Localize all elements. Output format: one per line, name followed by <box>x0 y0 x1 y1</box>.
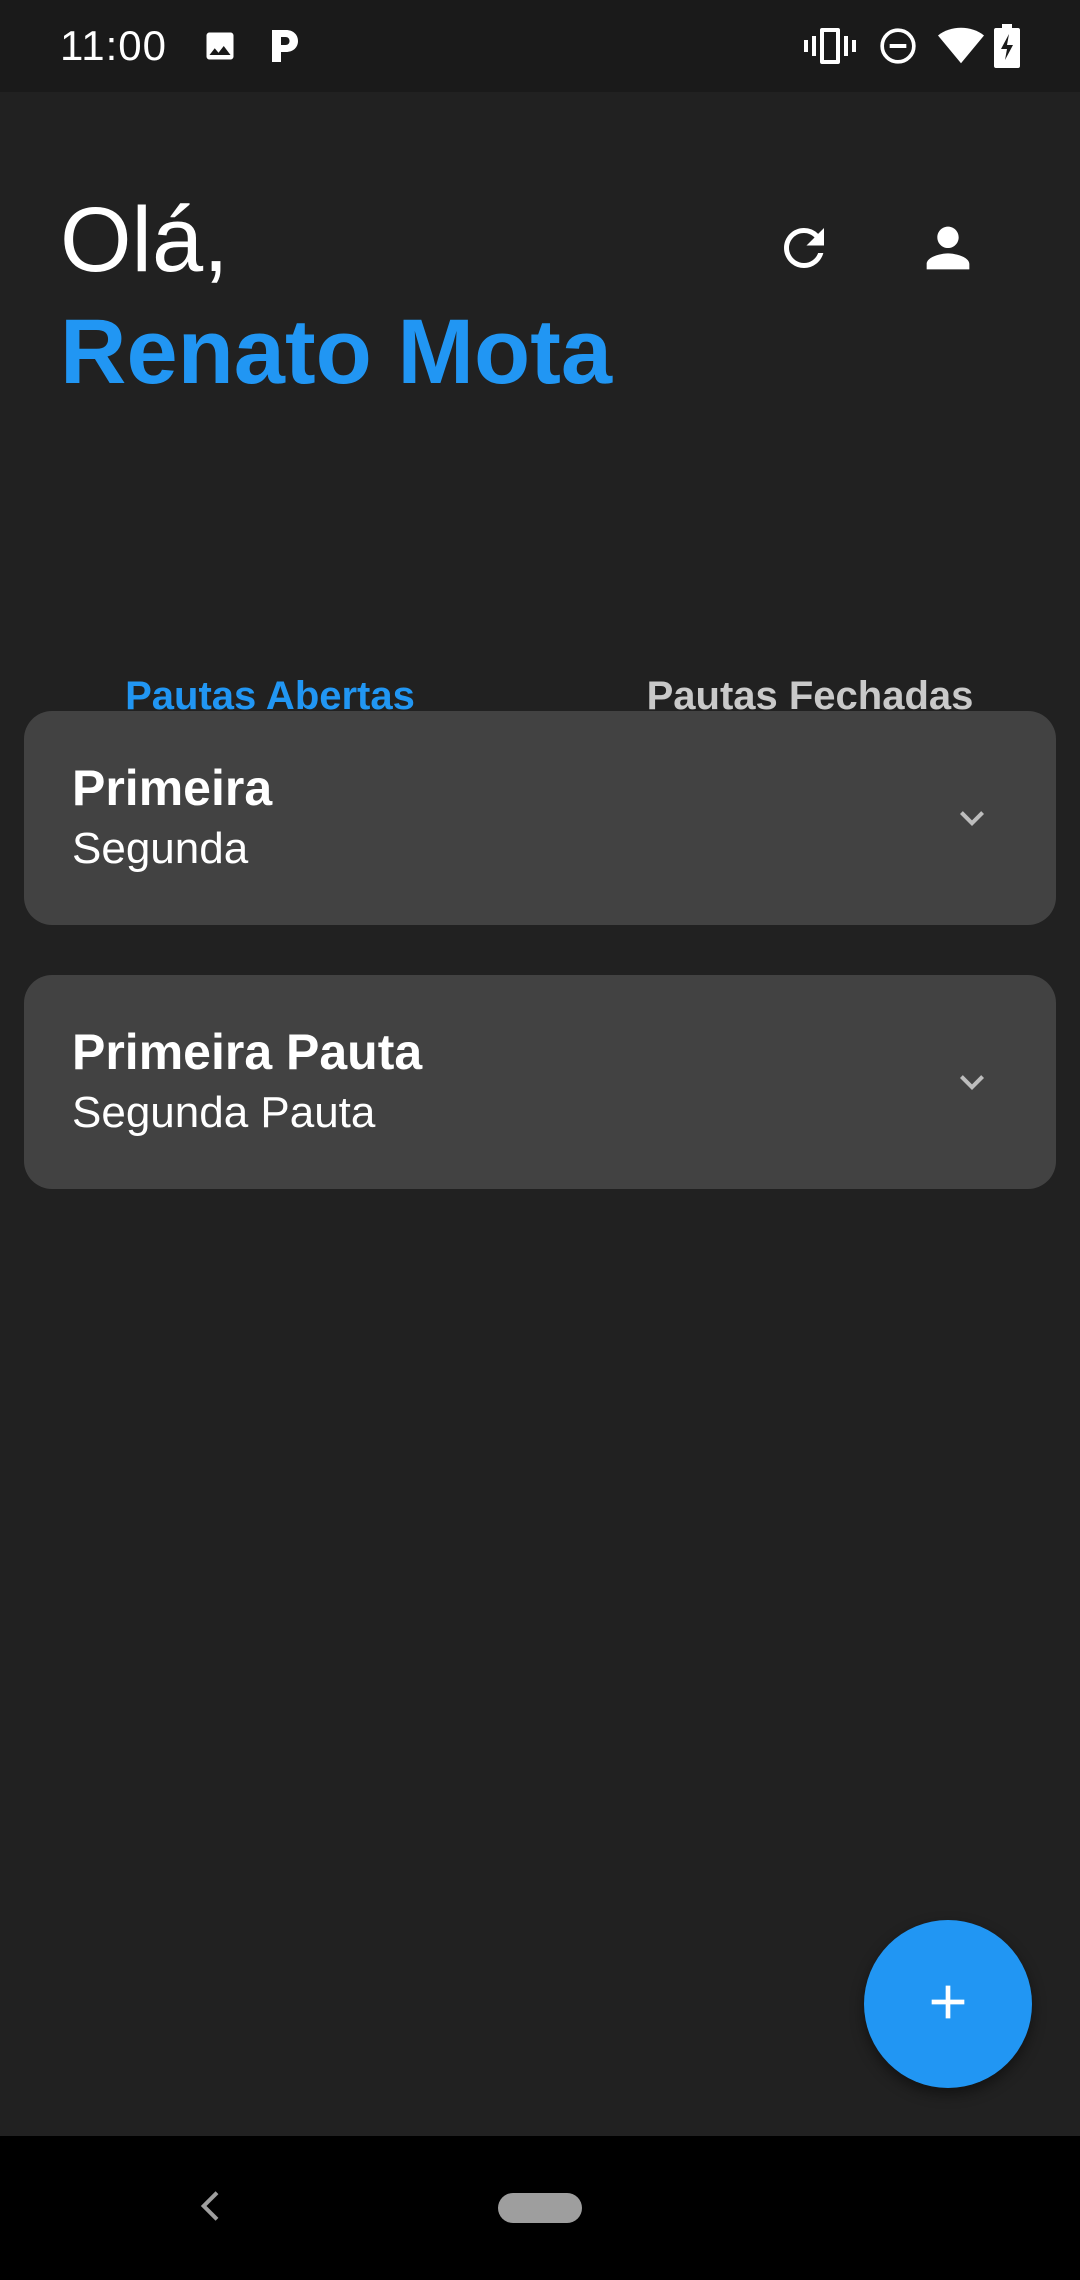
app-screen: Olá, Renato Mota Pautas Abertas Pautas F… <box>0 92 1080 2136</box>
chevron-down-icon[interactable] <box>948 1058 996 1106</box>
greeting-text: Olá, <box>60 189 229 291</box>
pauta-card[interactable]: Primeira Pauta Segunda Pauta <box>24 975 1056 1189</box>
account-icon <box>916 216 980 285</box>
card-title: Primeira <box>72 760 273 816</box>
system-nav-bar <box>0 2136 1080 2280</box>
nav-back-button[interactable] <box>180 2176 244 2240</box>
add-icon <box>920 1974 976 2035</box>
pauta-card[interactable]: Primeira Segunda <box>24 711 1056 925</box>
status-bar: 11:00 <box>0 0 1080 92</box>
chevron-down-icon[interactable] <box>948 794 996 842</box>
account-button[interactable] <box>900 202 996 298</box>
card-subtitle: Segunda <box>72 824 249 873</box>
card-subtitle: Segunda Pauta <box>72 1088 376 1137</box>
vibrate-icon <box>804 26 856 71</box>
card-title: Primeira Pauta <box>72 1024 423 1080</box>
add-pauta-button[interactable] <box>864 1920 1032 2088</box>
do-not-disturb-icon <box>878 26 918 71</box>
username-text: Renato Mota <box>60 301 612 403</box>
refresh-icon <box>774 218 834 283</box>
battery-charging-icon <box>994 24 1020 73</box>
refresh-button[interactable] <box>756 202 852 298</box>
chevron-left-icon <box>192 2186 232 2231</box>
nav-home-pill[interactable] <box>498 2193 582 2223</box>
wifi-icon <box>938 26 984 71</box>
status-time: 11:00 <box>60 22 167 69</box>
image-icon <box>202 28 238 69</box>
p-notification-icon <box>268 26 302 71</box>
